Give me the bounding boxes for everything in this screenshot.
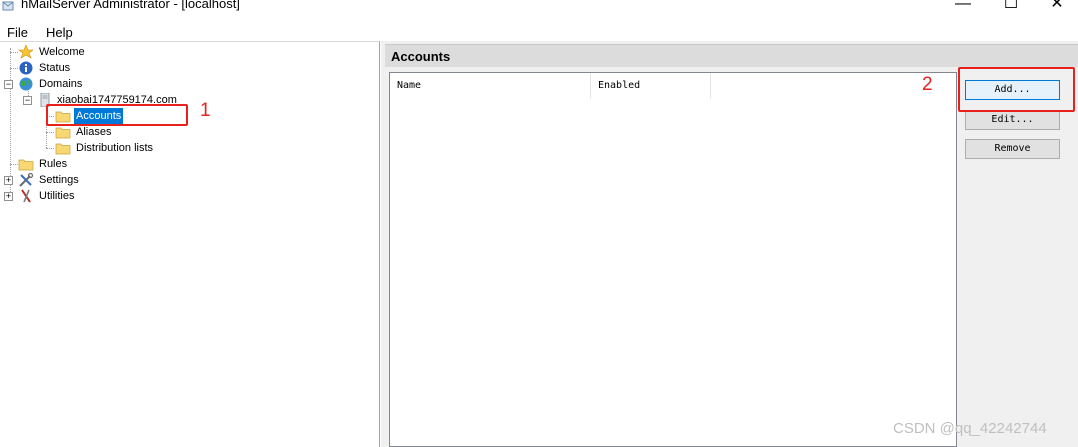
collapse-icon[interactable]: − <box>23 96 32 105</box>
window-title: hMailServer Administrator - [localhost] <box>21 0 240 11</box>
panel-title: Accounts <box>391 49 451 64</box>
annotation-step-1: 1 <box>200 100 211 121</box>
tree-item-welcome[interactable]: Welcome <box>0 44 200 60</box>
menu-bar: File Help <box>0 22 1078 42</box>
tree-label-distribution-lists: Distribution lists <box>76 142 154 154</box>
menu-file[interactable]: File <box>7 25 28 40</box>
folder-icon <box>18 159 34 171</box>
panel-header: Accounts <box>385 44 1078 67</box>
globe-icon <box>19 77 33 91</box>
edit-button[interactable]: Edit... <box>965 110 1060 130</box>
tree-item-settings[interactable]: + Settings <box>0 172 200 188</box>
tree-label-rules: Rules <box>39 158 68 170</box>
info-icon <box>19 61 33 75</box>
tree-item-utilities[interactable]: + Utilities <box>0 188 200 204</box>
accounts-list[interactable]: Name Enabled <box>389 72 957 447</box>
tree-item-status[interactable]: Status <box>0 60 200 76</box>
annotation-box-accounts <box>46 104 188 126</box>
expand-icon[interactable]: + <box>4 192 13 201</box>
annotation-step-2: 2 <box>922 74 933 95</box>
title-bar: hMailServer Administrator - [localhost] … <box>0 0 1078 18</box>
minimize-button[interactable]: — <box>940 0 986 16</box>
tools-icon <box>19 173 34 187</box>
tree-item-distribution-lists[interactable]: Distribution lists <box>0 140 200 156</box>
tree-label-utilities: Utilities <box>39 190 75 202</box>
utilities-icon <box>21 189 31 203</box>
column-header-enabled[interactable]: Enabled <box>591 74 711 98</box>
column-header-name[interactable]: Name <box>390 74 591 98</box>
remove-button[interactable]: Remove <box>965 139 1060 159</box>
expand-icon[interactable]: + <box>4 176 13 185</box>
tree-item-aliases[interactable]: Aliases <box>0 124 200 140</box>
folder-icon <box>55 127 71 139</box>
tree-item-domains[interactable]: − Domains <box>0 76 200 92</box>
annotation-box-add <box>958 67 1075 112</box>
menu-help[interactable]: Help <box>46 25 73 40</box>
watermark: CSDN @qq_42242744 <box>893 420 1047 437</box>
maximize-button[interactable]: ☐ <box>988 0 1034 16</box>
star-icon <box>18 45 34 59</box>
tree-label-domains: Domains <box>39 78 83 90</box>
folder-icon <box>55 143 71 155</box>
tree-label-settings: Settings <box>39 174 79 186</box>
navigation-tree[interactable]: Welcome Status − Domains − xiaobai174775… <box>0 41 380 447</box>
app-icon <box>2 1 14 11</box>
tree-label-welcome: Welcome <box>39 46 85 58</box>
collapse-icon[interactable]: − <box>4 80 13 89</box>
tree-label-aliases: Aliases <box>76 126 112 138</box>
close-button[interactable]: ✕ <box>1034 0 1078 16</box>
tree-item-rules[interactable]: Rules <box>0 156 200 172</box>
tree-label-status: Status <box>39 62 71 74</box>
